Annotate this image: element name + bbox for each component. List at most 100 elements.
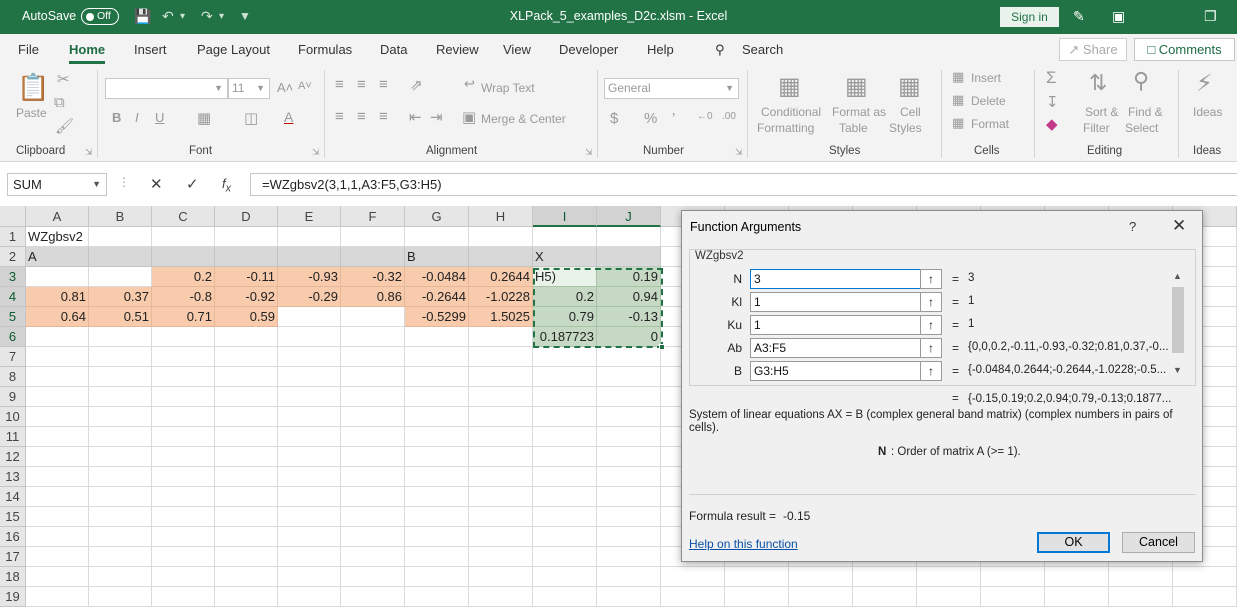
scroll-down-icon[interactable]: ▼ bbox=[1173, 365, 1182, 375]
cell-styles-line2[interactable]: Styles bbox=[889, 121, 922, 135]
cell-f4[interactable]: 0.86 bbox=[341, 287, 405, 307]
cell-a2[interactable]: A bbox=[26, 247, 89, 267]
currency-icon[interactable]: $ bbox=[610, 110, 618, 127]
cell-h19[interactable] bbox=[469, 587, 533, 607]
bold-icon[interactable]: B bbox=[112, 110, 121, 125]
format-cells-button[interactable]: Format bbox=[971, 117, 1009, 131]
cell-g18[interactable] bbox=[405, 567, 469, 587]
cell-e5[interactable] bbox=[278, 307, 341, 327]
cell-b4[interactable]: 0.37 bbox=[89, 287, 152, 307]
cell-e18[interactable] bbox=[278, 567, 341, 587]
paste-button[interactable]: Paste bbox=[16, 106, 47, 120]
cell-a18[interactable] bbox=[26, 567, 89, 587]
cell-j8[interactable] bbox=[597, 367, 661, 387]
cell-f19[interactable] bbox=[341, 587, 405, 607]
cell-f17[interactable] bbox=[341, 547, 405, 567]
cell-i2[interactable]: X bbox=[533, 247, 597, 267]
align-bottom-icon[interactable]: ≡ bbox=[379, 76, 388, 93]
cell-g17[interactable] bbox=[405, 547, 469, 567]
conditional-formatting-icon[interactable]: ▦ bbox=[778, 72, 801, 101]
enter-icon[interactable]: ✓ bbox=[186, 175, 199, 193]
cell-c7[interactable] bbox=[152, 347, 215, 367]
percent-icon[interactable]: % bbox=[644, 110, 657, 127]
sort-filter-line1[interactable]: Sort & bbox=[1085, 105, 1118, 119]
cell-f13[interactable] bbox=[341, 467, 405, 487]
customize-qat-icon[interactable]: ▼ bbox=[239, 9, 251, 23]
cell-b5[interactable]: 0.51 bbox=[89, 307, 152, 327]
cell-d10[interactable] bbox=[215, 407, 278, 427]
font-color-icon[interactable]: A bbox=[284, 109, 293, 125]
cell-c17[interactable] bbox=[152, 547, 215, 567]
close-icon[interactable]: ✕ bbox=[1172, 216, 1186, 236]
cell-b11[interactable] bbox=[89, 427, 152, 447]
cell-h17[interactable] bbox=[469, 547, 533, 567]
arg-input-n[interactable]: 3 bbox=[750, 269, 921, 289]
number-format-box[interactable]: General ▼ bbox=[604, 78, 739, 99]
cell-styles-line1[interactable]: Cell bbox=[900, 105, 921, 119]
cell-h7[interactable] bbox=[469, 347, 533, 367]
align-right-icon[interactable]: ≡ bbox=[379, 108, 388, 125]
search-icon[interactable]: ⚲ bbox=[715, 42, 725, 58]
row-header-1[interactable]: 1 bbox=[0, 227, 26, 247]
row-header-13[interactable]: 13 bbox=[0, 467, 26, 487]
cell-empty[interactable] bbox=[1173, 587, 1237, 607]
select-all-corner[interactable] bbox=[0, 206, 26, 227]
cell-a13[interactable] bbox=[26, 467, 89, 487]
cell-i3[interactable]: H5) bbox=[533, 267, 597, 287]
cell-g19[interactable] bbox=[405, 587, 469, 607]
cell-d19[interactable] bbox=[215, 587, 278, 607]
cell-c18[interactable] bbox=[152, 567, 215, 587]
cell-f12[interactable] bbox=[341, 447, 405, 467]
cell-g13[interactable] bbox=[405, 467, 469, 487]
cell-g15[interactable] bbox=[405, 507, 469, 527]
borders-icon[interactable]: ▦ bbox=[197, 109, 211, 127]
cell-c13[interactable] bbox=[152, 467, 215, 487]
cell-e7[interactable] bbox=[278, 347, 341, 367]
cell-h12[interactable] bbox=[469, 447, 533, 467]
cell-e19[interactable] bbox=[278, 587, 341, 607]
cell-a5[interactable]: 0.64 bbox=[26, 307, 89, 327]
cell-c10[interactable] bbox=[152, 407, 215, 427]
cell-i19[interactable] bbox=[533, 587, 597, 607]
cell-j7[interactable] bbox=[597, 347, 661, 367]
increase-indent-icon[interactable]: ⇥ bbox=[430, 108, 443, 126]
formula-input[interactable]: =WZgbsv2(3,1,1,A3:F5,G3:H5) bbox=[250, 173, 1237, 196]
cell-c14[interactable] bbox=[152, 487, 215, 507]
cell-a7[interactable] bbox=[26, 347, 89, 367]
cell-b13[interactable] bbox=[89, 467, 152, 487]
cell-j9[interactable] bbox=[597, 387, 661, 407]
cell-f15[interactable] bbox=[341, 507, 405, 527]
cell-i9[interactable] bbox=[533, 387, 597, 407]
cell-empty[interactable] bbox=[1109, 567, 1173, 587]
cell-f1[interactable] bbox=[341, 227, 405, 247]
font-size-box[interactable]: 11 ▼ bbox=[228, 78, 270, 99]
cell-f3[interactable]: -0.32 bbox=[341, 267, 405, 287]
cell-f11[interactable] bbox=[341, 427, 405, 447]
cell-f7[interactable] bbox=[341, 347, 405, 367]
cell-j13[interactable] bbox=[597, 467, 661, 487]
cell-b3[interactable] bbox=[89, 267, 152, 287]
cell-d13[interactable] bbox=[215, 467, 278, 487]
cell-empty[interactable] bbox=[1045, 587, 1109, 607]
cut-icon[interactable]: ✂ bbox=[57, 70, 70, 88]
cell-d11[interactable] bbox=[215, 427, 278, 447]
cell-d9[interactable] bbox=[215, 387, 278, 407]
cell-empty[interactable] bbox=[981, 587, 1045, 607]
arguments-scrollbar[interactable]: ▲ ▼ bbox=[1170, 269, 1186, 381]
name-box[interactable]: SUM ▼ bbox=[7, 173, 107, 196]
cell-i1[interactable] bbox=[533, 227, 597, 247]
cell-f8[interactable] bbox=[341, 367, 405, 387]
cell-c4[interactable]: -0.8 bbox=[152, 287, 215, 307]
cell-e6[interactable] bbox=[278, 327, 341, 347]
ideas-button[interactable]: Ideas bbox=[1193, 105, 1222, 119]
font-name-box[interactable]: ▼ bbox=[105, 78, 228, 99]
cell-e17[interactable] bbox=[278, 547, 341, 567]
font-launcher-icon[interactable]: ⇲ bbox=[312, 147, 320, 158]
cell-d18[interactable] bbox=[215, 567, 278, 587]
tab-view[interactable]: View bbox=[503, 42, 531, 57]
number-launcher-icon[interactable]: ⇲ bbox=[735, 147, 743, 158]
increase-decimal-icon[interactable]: ←0 bbox=[697, 111, 713, 122]
cell-c16[interactable] bbox=[152, 527, 215, 547]
help-icon[interactable]: ? bbox=[1129, 219, 1136, 234]
row-header-9[interactable]: 9 bbox=[0, 387, 26, 407]
